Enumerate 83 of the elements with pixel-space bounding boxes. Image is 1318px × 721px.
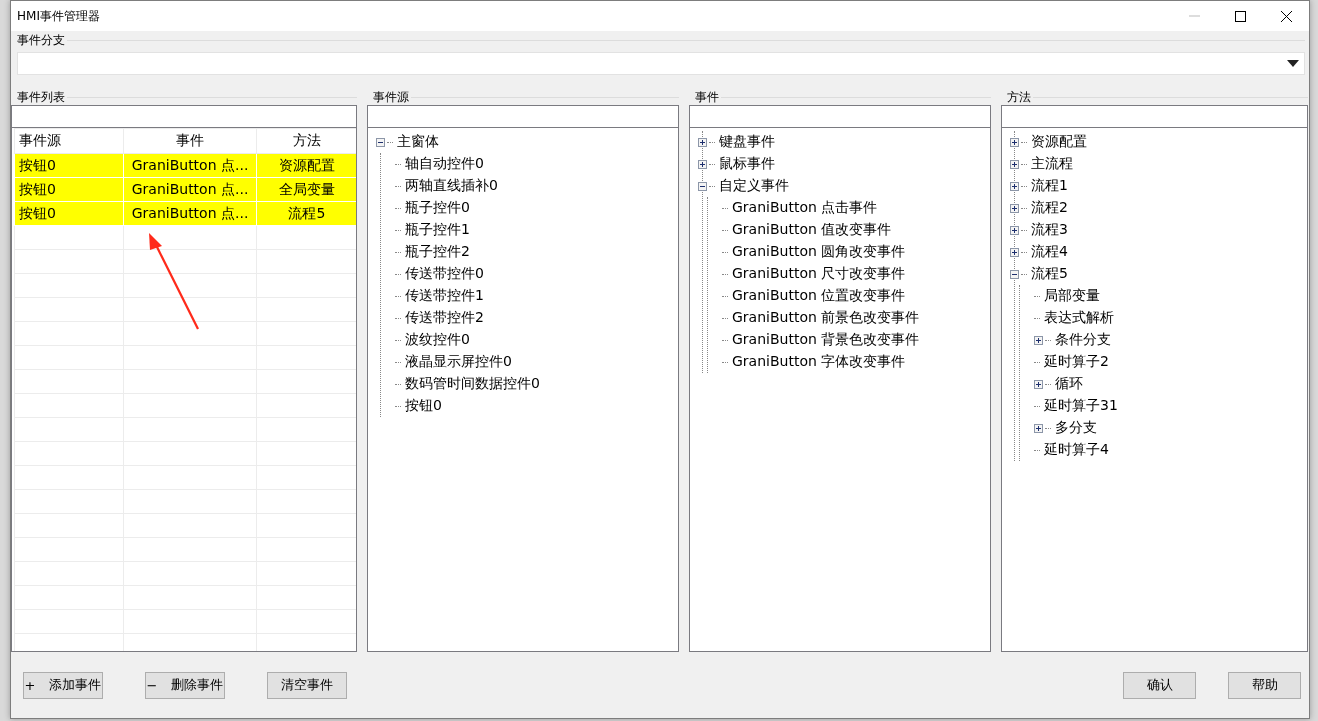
tree-item[interactable]: 传送带控件0 [404, 265, 485, 283]
tree-item[interactable]: 循环 [1054, 375, 1084, 393]
expand-icon[interactable] [1034, 379, 1043, 389]
panel-title: 事件列表 [17, 89, 65, 105]
tree-item[interactable]: GraniButton 尺寸改变事件 [731, 265, 907, 283]
tree-item[interactable]: 数码管时间数据控件0 [404, 375, 541, 393]
tree-item[interactable]: 局部变量 [1043, 287, 1101, 305]
filter-field[interactable] [689, 105, 991, 127]
panel-title: 事件 [695, 89, 719, 105]
toolbar-button[interactable]: − 删除事件 [145, 671, 225, 699]
table-cell: 按钮0 [14, 177, 124, 202]
filter-field[interactable] [1001, 105, 1308, 127]
toolbar-button[interactable]: 清空事件 [267, 671, 347, 699]
tree-item[interactable]: 自定义事件 [718, 177, 790, 195]
expand-icon[interactable] [1010, 159, 1019, 169]
expand-icon[interactable] [698, 137, 707, 147]
expand-icon[interactable] [1010, 137, 1019, 147]
tree-item[interactable]: 表达式解析 [1043, 309, 1115, 327]
group-title: 事件分支 [17, 31, 65, 49]
tree-item[interactable]: 传送带控件2 [404, 309, 485, 327]
tree-item[interactable]: 主窗体 [396, 133, 440, 151]
table-cell: 资源配置 [256, 153, 356, 178]
tree-item[interactable]: 延时算子4 [1043, 441, 1110, 459]
tree-item[interactable]: 延时算子2 [1043, 353, 1110, 371]
tree-item[interactable]: 瓶子控件0 [404, 199, 471, 217]
tree-item[interactable]: GraniButton 值改变事件 [731, 221, 893, 239]
collapse-icon[interactable] [376, 137, 385, 147]
table-cell: 流程5 [256, 201, 356, 226]
tree-item[interactable]: 键盘事件 [718, 133, 776, 151]
window-title: HMI事件管理器 [17, 7, 101, 25]
collapse-icon[interactable] [1010, 269, 1019, 279]
expand-icon[interactable] [1034, 335, 1043, 345]
tree-item[interactable]: 流程4 [1030, 243, 1069, 261]
panel-title: 事件源 [373, 89, 409, 105]
tree-item[interactable]: 流程1 [1030, 177, 1069, 195]
column-header[interactable]: 方法 [256, 128, 356, 154]
tree-item[interactable]: 瓶子控件1 [404, 221, 471, 239]
column-header[interactable]: 事件源 [14, 128, 124, 154]
tree-item[interactable]: 多分支 [1054, 419, 1098, 437]
table-cell: 全局变量 [256, 177, 356, 202]
tree-item[interactable]: 传送带控件1 [404, 287, 485, 305]
collapse-icon[interactable] [698, 181, 707, 191]
tree-item[interactable]: 按钮0 [404, 397, 443, 415]
table-cell: GraniButton 点... [123, 201, 257, 226]
maximize-icon[interactable] [1234, 10, 1246, 22]
dialog-button[interactable]: 帮助 [1228, 671, 1301, 699]
tree-item[interactable]: GraniButton 背景色改变事件 [731, 331, 921, 349]
column-header[interactable]: 事件 [123, 128, 257, 154]
tree-item[interactable]: 两轴直线插补0 [404, 177, 499, 195]
tree-item[interactable]: 轴自动控件0 [404, 155, 485, 173]
tree-item[interactable]: 液晶显示屏控件0 [404, 353, 513, 371]
tree-item[interactable]: 主流程 [1030, 155, 1074, 173]
tree-item[interactable]: 条件分支 [1054, 331, 1112, 349]
expand-icon[interactable] [698, 159, 707, 169]
tree-item[interactable]: 瓶子控件2 [404, 243, 471, 261]
table-cell: GraniButton 点... [123, 153, 257, 178]
dropdown-caret-icon [1287, 60, 1299, 67]
tree-item[interactable]: GraniButton 点击事件 [731, 199, 879, 217]
toolbar-button[interactable]: + 添加事件 [23, 671, 103, 699]
expand-icon[interactable] [1010, 247, 1019, 257]
expand-icon[interactable] [1034, 423, 1043, 433]
tree-item[interactable]: GraniButton 圆角改变事件 [731, 243, 907, 261]
filter-field[interactable] [11, 105, 357, 127]
table-cell: 按钮0 [14, 201, 124, 226]
tree-item[interactable]: 延时算子31 [1043, 397, 1119, 415]
table-cell: 按钮0 [14, 153, 124, 178]
tree-item[interactable]: GraniButton 字体改变事件 [731, 353, 907, 371]
tree-item[interactable]: GraniButton 前景色改变事件 [731, 309, 921, 327]
tree-item[interactable]: 鼠标事件 [718, 155, 776, 173]
filter-field[interactable] [367, 105, 679, 127]
expand-icon[interactable] [1010, 203, 1019, 213]
close-icon[interactable] [1280, 10, 1292, 22]
tree-item[interactable]: 流程2 [1030, 199, 1069, 217]
tree-item[interactable]: 波纹控件0 [404, 331, 471, 349]
tree-item[interactable]: 流程3 [1030, 221, 1069, 239]
expand-icon[interactable] [1010, 225, 1019, 235]
tree-item[interactable]: GraniButton 位置改变事件 [731, 287, 907, 305]
tree-item[interactable]: 流程5 [1030, 265, 1069, 283]
panel-title: 方法 [1007, 89, 1031, 105]
tree-item[interactable]: 资源配置 [1030, 133, 1088, 151]
table-cell: GraniButton 点... [123, 177, 257, 202]
dialog-button[interactable]: 确认 [1123, 671, 1196, 699]
expand-icon[interactable] [1010, 181, 1019, 191]
